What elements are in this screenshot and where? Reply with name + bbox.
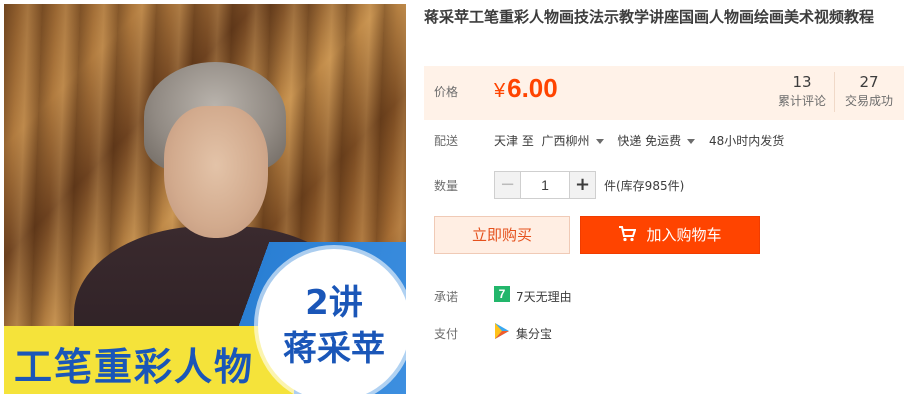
promise-label: 承诺 bbox=[434, 290, 459, 304]
jifenbao-icon bbox=[495, 323, 509, 339]
price-box: 价格 ¥6.00 13 累计评论 27 交易成功 bbox=[424, 66, 904, 120]
banner-title: 工笔重彩人物 bbox=[14, 345, 255, 389]
lecture-circle: 2讲 蒋采苹 bbox=[258, 249, 406, 394]
price-value: ¥6.00 bbox=[494, 73, 558, 104]
product-title: 蒋采苹工笔重彩人物画技法示教学讲座国画人物画绘画美术视频教程 bbox=[424, 8, 875, 26]
delivery-method-text: 快递 免运费 bbox=[617, 134, 682, 148]
price-amount: 6.00 bbox=[507, 73, 558, 103]
delivery-method-select[interactable]: 快递 免运费 bbox=[617, 134, 705, 148]
ship-from: 天津 bbox=[494, 134, 519, 148]
lecture-count: 2讲 bbox=[305, 283, 363, 323]
product-image[interactable]: 工笔重彩人物 2讲 蒋采苹 bbox=[4, 4, 406, 394]
quantity-stepper: − + bbox=[494, 171, 596, 199]
promise-link[interactable]: 7天无理由 bbox=[516, 288, 572, 305]
deal-count-label: 交易成功 bbox=[844, 94, 893, 108]
shipping-label: 配送 bbox=[434, 134, 459, 148]
deal-count[interactable]: 27 交易成功 bbox=[836, 72, 902, 114]
chevron-down-icon bbox=[687, 139, 696, 144]
ship-to-word: 至 bbox=[521, 134, 534, 148]
payment-method[interactable]: 集分宝 bbox=[516, 325, 552, 342]
payment-label: 支付 bbox=[434, 327, 459, 341]
lecturer-name: 蒋采苹 bbox=[283, 329, 385, 369]
quantity-label: 数量 bbox=[434, 179, 459, 193]
destination-select[interactable]: 广西柳州 bbox=[542, 134, 614, 148]
seven-day-icon: 7 bbox=[494, 286, 510, 302]
buy-now-button[interactable]: 立即购买 bbox=[434, 216, 570, 254]
destination-text: 广西柳州 bbox=[541, 134, 590, 148]
review-count-number: 13 bbox=[792, 73, 812, 91]
add-to-cart-label: 加入购物车 bbox=[646, 226, 722, 244]
quantity-input[interactable] bbox=[522, 172, 568, 198]
cart-icon bbox=[619, 226, 637, 242]
dispatch-time: 48小时内发货 bbox=[709, 134, 785, 148]
review-count-label: 累计评论 bbox=[777, 94, 826, 108]
stock-info: 件(库存985件) bbox=[604, 179, 685, 193]
decrease-button[interactable]: − bbox=[495, 172, 521, 198]
price-label: 价格 bbox=[434, 85, 459, 99]
chevron-down-icon bbox=[595, 139, 604, 144]
add-to-cart-button[interactable]: 加入购物车 bbox=[580, 216, 760, 254]
deal-count-number: 27 bbox=[859, 73, 879, 91]
currency-symbol: ¥ bbox=[494, 80, 506, 102]
review-count[interactable]: 13 累计评论 bbox=[769, 72, 835, 114]
stat-divider bbox=[834, 72, 835, 112]
person-face bbox=[164, 106, 268, 238]
increase-button[interactable]: + bbox=[569, 172, 595, 198]
shipping-info: 天津 至 广西柳州 快递 免运费 48小时内发货 bbox=[494, 132, 784, 149]
